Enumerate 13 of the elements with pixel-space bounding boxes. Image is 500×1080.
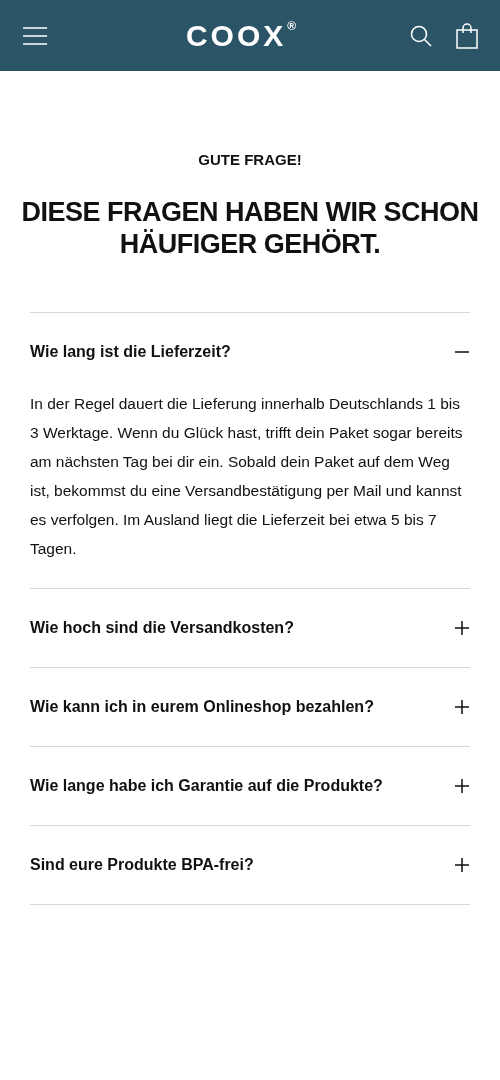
section-title: DIESE FRAGEN HABEN WIR SCHON HÄUFIGER GEHÖRT. (20, 195, 480, 261)
faq-question[interactable]: Wie lang ist die Lieferzeit? (30, 313, 470, 392)
section-eyebrow: GUTE FRAGE! (197, 150, 303, 170)
menu-icon[interactable] (22, 25, 48, 46)
shopping-bag-icon[interactable] (456, 22, 478, 49)
faq-question[interactable]: Sind eure Produkte BPA-frei? (30, 826, 470, 905)
faq-question[interactable]: Wie hoch sind die Versandkosten? (30, 589, 470, 668)
faq-question[interactable]: Wie lange habe ich Garantie auf die Produkte? (30, 747, 470, 826)
faq-question[interactable]: Wie kann ich in eurem Onlineshop bezahlen? (30, 668, 470, 747)
search-icon[interactable] (410, 24, 432, 47)
registered-mark: ® (287, 17, 297, 35)
logo[interactable]: COOX (185, 20, 287, 51)
faq-answer: In der Regel dauert die Lieferung innerhalb Deutschlands 1 bis 3 Werktage. Wenn du Glück hast, trifft dein Paket sogar bereits am nächsten Tag bei dir ein. Sobald dein Paket auf dem Weg ist, bekommst du eine Versandbestätigung per Mail und kannst es verfolgen. Im Ausland liegt die Lieferzeit bei etwa 5 bis 7 Tagen. (30, 394, 464, 560)
